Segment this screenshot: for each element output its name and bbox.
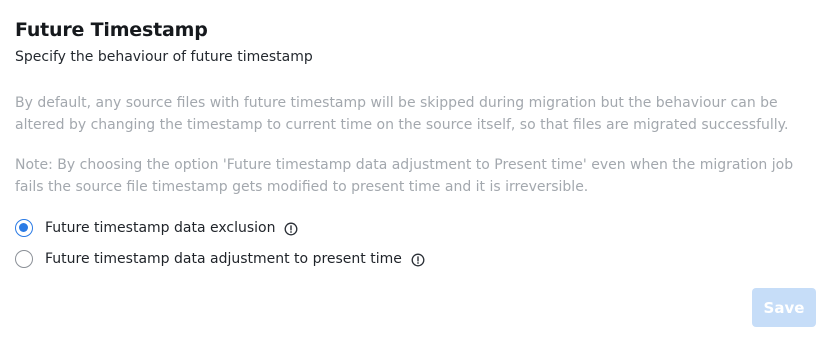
radio-button-exclusion[interactable] xyxy=(15,219,33,237)
section-note: Note: By choosing the option 'Future tim… xyxy=(15,157,794,195)
radio-label-exclusion: Future timestamp data exclusion xyxy=(45,220,276,236)
future-timestamp-panel: Future Timestamp Specify the behaviour o… xyxy=(15,0,820,346)
section-title: Future Timestamp xyxy=(15,19,208,41)
radio-button-adjustment[interactable] xyxy=(15,250,33,268)
info-icon[interactable] xyxy=(411,252,425,267)
radio-label-adjustment: Future timestamp data adjustment to pres… xyxy=(45,251,402,267)
section-description: By default, any source files with future… xyxy=(15,95,789,133)
info-icon[interactable] xyxy=(284,221,298,236)
radio-option-adjustment[interactable]: Future timestamp data adjustment to pres… xyxy=(15,248,425,270)
section-subtitle: Specify the behaviour of future timestam… xyxy=(15,49,313,65)
radio-option-exclusion[interactable]: Future timestamp data exclusion xyxy=(15,217,298,239)
save-button[interactable]: Save xyxy=(752,288,816,327)
